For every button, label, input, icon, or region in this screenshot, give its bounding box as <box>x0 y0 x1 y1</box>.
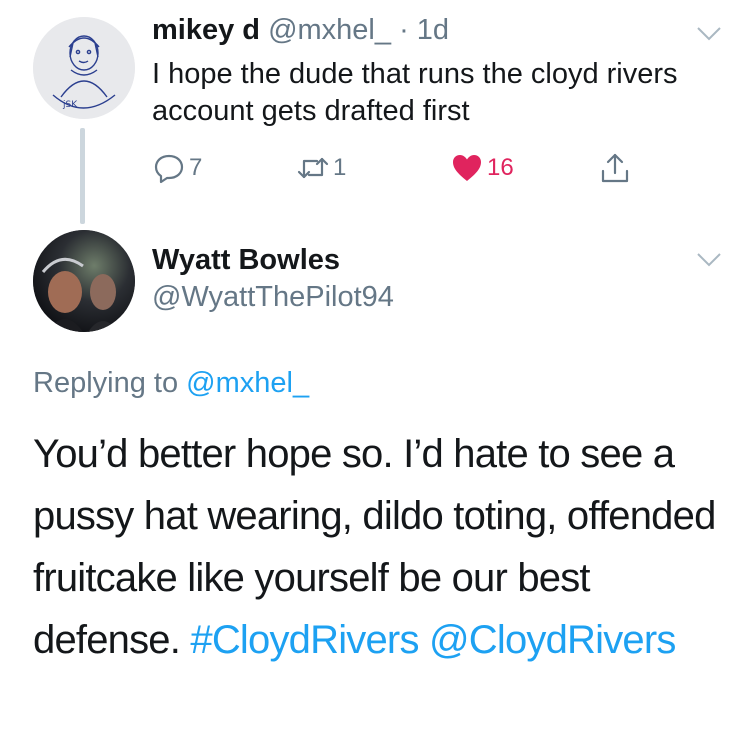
retweet-button[interactable]: 1 <box>296 146 346 190</box>
chevron-down-icon[interactable] <box>696 26 722 42</box>
share-icon <box>601 153 629 183</box>
like-button[interactable]: 16 <box>450 146 514 190</box>
replying-to: Replying to @mxhel_ <box>33 367 309 400</box>
tweet-timestamp[interactable]: 1d <box>417 14 449 46</box>
author-handle[interactable]: @mxhel_ <box>268 14 391 46</box>
sketch-avatar-icon: jSK <box>33 17 135 119</box>
chevron-down-icon[interactable] <box>696 252 722 268</box>
thread-connector <box>80 128 85 224</box>
heart-icon <box>453 155 481 181</box>
svg-text:jSK: jSK <box>62 100 78 110</box>
hashtag-link[interactable]: #CloydRivers <box>190 618 419 662</box>
tweet-text: You’d better hope so. I’d hate to see a … <box>33 423 733 671</box>
replying-label: Replying to <box>33 367 179 399</box>
mention-link[interactable]: @CloydRivers <box>429 618 676 662</box>
reply-icon <box>154 154 184 184</box>
author-name[interactable]: mikey d <box>152 14 260 46</box>
reply-count: 7 <box>189 154 203 181</box>
avatar[interactable] <box>33 230 135 332</box>
meta-separator: · <box>399 14 409 46</box>
retweet-icon <box>297 157 329 179</box>
avatar[interactable]: jSK <box>33 17 135 119</box>
tweet-text: I hope the dude that runs the cloyd rive… <box>152 58 678 127</box>
author-handle[interactable]: @WyattThePilot94 <box>152 281 394 314</box>
share-button[interactable] <box>598 146 632 190</box>
author-name[interactable]: Wyatt Bowles <box>152 244 340 277</box>
tweet-header: mikey d @mxhel_ · 1d <box>152 14 449 47</box>
photo-avatar-icon <box>33 230 135 332</box>
retweet-count: 1 <box>333 154 347 181</box>
like-count: 16 <box>487 154 514 181</box>
reply-button[interactable]: 7 <box>152 146 202 190</box>
replying-handle-link[interactable]: @mxhel_ <box>186 367 309 399</box>
